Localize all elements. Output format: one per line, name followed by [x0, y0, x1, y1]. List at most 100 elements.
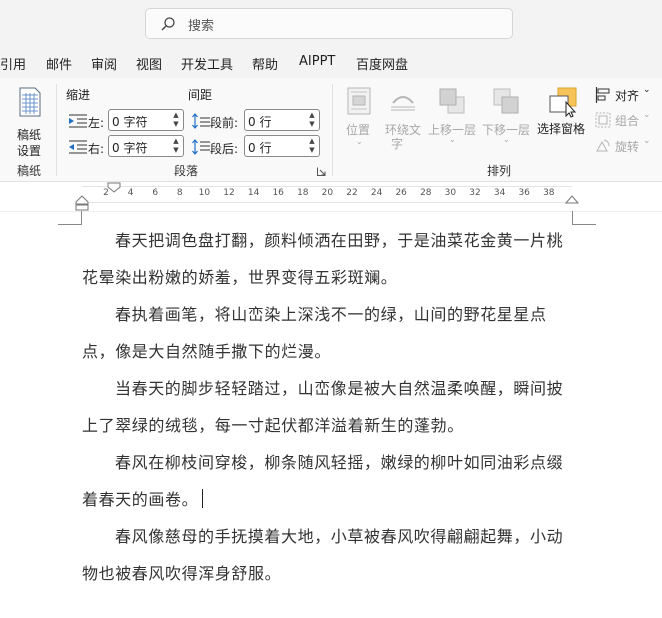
manuscript-paper-icon	[19, 87, 41, 117]
selection-pane-label: 选择窗格	[537, 122, 586, 136]
ruler-tick-label: 10	[198, 188, 211, 198]
group-objects-button[interactable]: 组合 ⌄	[593, 110, 655, 130]
ruler-tick-label: 30	[444, 188, 457, 198]
indent-right-stepper[interactable]: 0 字符 ▲ ▼	[108, 135, 184, 157]
ribbon: 稿纸 设置 稿纸 缩进 间距 左: 0 字符 ▲ ▼ 右: 0 字符 ▲ ▼ 段前:…	[0, 78, 662, 182]
search-box[interactable]: 搜索	[145, 8, 513, 39]
chevron-down-icon: ⌄	[356, 137, 363, 146]
stepper-arrows-icon[interactable]: ▲ ▼	[172, 111, 180, 129]
indent-right-value: 0 字符	[112, 141, 148, 155]
paragraph-group-label: 段落	[174, 164, 199, 178]
stepper-arrows-icon[interactable]: ▲ ▼	[172, 137, 180, 155]
ruler-tick-label: 38	[543, 188, 555, 198]
rotate-button[interactable]: 旋转 ⌄	[593, 136, 655, 156]
chevron-down-icon: ⌄	[643, 136, 651, 146]
position-button[interactable]: 位置 ⌄	[342, 84, 378, 152]
title-bar: 搜索	[0, 0, 662, 48]
wrap-text-button[interactable]: 环绕文 字	[383, 84, 425, 152]
position-label: 位置	[346, 123, 371, 137]
stepper-arrows-icon[interactable]: ▲ ▼	[308, 137, 316, 155]
wrap-text-icon	[391, 96, 415, 111]
dialog-launcher-icon[interactable]	[317, 167, 326, 176]
first-line-indent-marker-icon[interactable]	[107, 182, 121, 194]
indent-left-label: 左:	[88, 116, 105, 130]
search-placeholder: 搜索	[188, 19, 215, 34]
paragraph-2[interactable]: 春执着画笔，将山峦染上深浅不一的绿，山间的野花星星点点，像是大自然随手撒下的烂漫…	[82, 296, 578, 370]
spacing-header: 间距	[188, 88, 213, 102]
tab-references[interactable]: 引用	[0, 54, 26, 73]
arrange-group-label: 排列	[487, 164, 512, 178]
tab-baidu-netdisk[interactable]: 百度网盘	[356, 54, 408, 73]
send-backward-button[interactable]: 下移一层 ⌄	[481, 84, 533, 152]
manuscript-settings-button[interactable]: 稿纸 设置	[8, 84, 52, 158]
indent-left-value: 0 字符	[112, 115, 148, 129]
spacing-before-value: 0 行	[248, 115, 272, 129]
align-icon	[595, 87, 610, 103]
indent-left-stepper[interactable]: 0 字符 ▲ ▼	[108, 109, 184, 131]
tab-review[interactable]: 审阅	[91, 54, 117, 73]
ruler-tick-label: 12	[223, 188, 235, 198]
tab-help[interactable]: 帮助	[252, 54, 278, 73]
rotate-icon	[596, 139, 610, 152]
indent-right-icon	[69, 140, 87, 154]
selection-pane-button[interactable]: 选择窗格	[535, 84, 589, 136]
position-icon	[347, 87, 371, 115]
spacing-after-stepper[interactable]: 0 行 ▲ ▼	[244, 135, 320, 157]
right-indent-marker-icon[interactable]	[565, 195, 579, 205]
spacing-after-value: 0 行	[248, 141, 272, 155]
ruler-tick-label: 4	[127, 188, 134, 198]
ruler-tick-label: 18	[297, 188, 309, 198]
ruler-tick-label: 32	[469, 188, 481, 198]
tab-developer[interactable]: 开发工具	[181, 54, 233, 73]
ruler-tick-label: 20	[321, 188, 334, 198]
indent-left-icon	[69, 114, 87, 128]
spacing-before-icon	[192, 113, 210, 129]
tab-mailings[interactable]: 邮件	[46, 54, 72, 73]
ruler-tick-label: 16	[272, 188, 284, 198]
manuscript-button-label-1: 稿纸	[17, 128, 42, 142]
send-backward-icon	[493, 88, 519, 114]
manuscript-group-label: 稿纸	[17, 164, 42, 178]
selection-pane-icon	[549, 87, 577, 118]
left-indent-marker-icon[interactable]	[75, 195, 89, 211]
page-corner-mark	[58, 211, 82, 225]
ruler-tick-label: 28	[420, 188, 432, 198]
ruler-tick-label: 14	[247, 188, 260, 198]
spacing-after-icon	[192, 139, 210, 155]
group-separator	[332, 84, 333, 176]
document-body[interactable]: 春天把调色盘打翻，颜料倾洒在田野，于是油菜花金黄一片桃花晕染出粉嫩的娇羞，世界变…	[82, 222, 578, 592]
indent-header: 缩进	[66, 88, 91, 102]
group-icon	[595, 112, 611, 128]
manuscript-button-label-2: 设置	[17, 144, 42, 158]
rotate-label: 旋转	[615, 140, 640, 154]
bring-forward-icon	[439, 88, 465, 114]
paragraph-1[interactable]: 春天把调色盘打翻，颜料倾洒在田野，于是油菜花金黄一片桃花晕染出粉嫩的娇羞，世界变…	[82, 222, 578, 296]
group-separator	[56, 84, 57, 176]
chevron-down-icon: ⌄	[643, 110, 651, 120]
ruler-tick-label: 26	[395, 188, 407, 198]
paragraph-4-text: 春风在柳枝间穿梭，柳条随风轻摇，嫩绿的柳叶如同油彩点缀着春天的画卷。	[82, 453, 564, 509]
align-label: 对齐	[615, 89, 640, 103]
ruler-tick-label: 36	[518, 188, 530, 198]
paragraph-5[interactable]: 春风像慈母的手抚摸着大地，小草被春风吹得翩翩起舞，小动物也被春风吹得浑身舒服。	[82, 518, 578, 592]
align-button[interactable]: 对齐 ⌄	[593, 85, 655, 105]
search-icon	[161, 17, 175, 31]
ruler-tick-label: 24	[370, 188, 383, 198]
paragraph-3[interactable]: 当春天的脚步轻轻踏过，山峦像是被大自然温柔唤醒，瞬间披上了翠绿的绒毯，每一寸起伏…	[82, 370, 578, 444]
tab-aippt[interactable]: AIPPT	[299, 54, 335, 69]
bring-forward-button[interactable]: 上移一层 ⌄	[427, 84, 479, 152]
spacing-after-label: 段后:	[210, 142, 239, 156]
tab-view[interactable]: 视图	[136, 54, 162, 73]
ruler-tick-label: 22	[346, 188, 358, 198]
ruler-tick-label: 6	[152, 188, 159, 198]
stepper-arrows-icon[interactable]: ▲ ▼	[308, 111, 316, 129]
spacing-before-stepper[interactable]: 0 行 ▲ ▼	[244, 109, 320, 131]
paragraph-4[interactable]: 春风在柳枝间穿梭，柳条随风轻摇，嫩绿的柳叶如同油彩点缀着春天的画卷。	[82, 444, 578, 518]
ruler-tick-label: 34	[493, 188, 506, 198]
text-cursor	[202, 489, 204, 508]
chevron-down-icon: ⌄	[449, 135, 456, 144]
spacing-before-label: 段前:	[210, 116, 239, 130]
chevron-down-icon: ⌄	[503, 135, 510, 144]
chevron-down-icon: ⌄	[643, 85, 651, 95]
ruler-tick-label: 8	[176, 188, 183, 198]
